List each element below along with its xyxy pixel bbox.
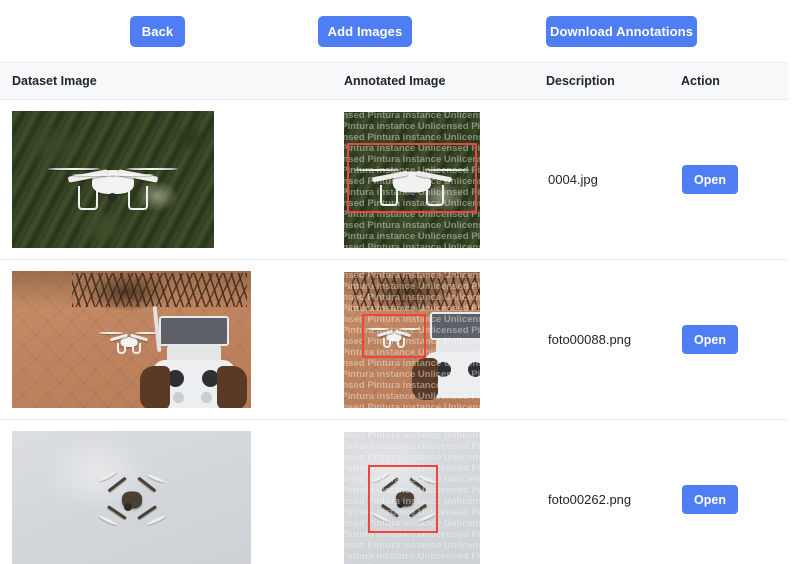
- watermark-line: Unlicensed Pintura instance Unlicensed P…: [344, 230, 480, 242]
- drone-graphic: [98, 323, 160, 361]
- table-row: Unlicensed Pintura instance Unlicensed P…: [0, 420, 788, 564]
- dataset-image-cell: [0, 260, 344, 420]
- dataset-image-cell: [0, 420, 344, 564]
- dataset-table: Dataset Image Annotated Image Descriptio…: [0, 62, 788, 564]
- watermark-line: Unlicensed Pintura instance Unlicensed P…: [344, 120, 480, 132]
- description-cell: foto00262.png: [546, 420, 681, 564]
- watermark-line: Unlicensed Pintura instance Unlicensed P…: [344, 131, 480, 143]
- table-body: Unlicensed Pintura instance Unlicensed P…: [0, 100, 788, 564]
- watermark-line: Unlicensed Pintura instance Unlicensed P…: [344, 528, 480, 540]
- watermark-line: Unlicensed Pintura instance Unlicensed P…: [344, 111, 480, 121]
- controller-graphic: [412, 311, 480, 408]
- open-button[interactable]: Open: [682, 165, 738, 194]
- column-header-dataset-image: Dataset Image: [0, 62, 344, 100]
- watermark-line: Unlicensed Pintura instance Unlicensed P…: [344, 219, 480, 231]
- column-header-annotated-image: Annotated Image: [344, 62, 546, 100]
- drone-graphic: [350, 154, 474, 210]
- watermark-line: Unlicensed Pintura instance Unlicensed P…: [344, 241, 480, 248]
- table-row: Unlicensed Pintura instance Unlicensed P…: [0, 260, 788, 420]
- dataset-image-cell: [0, 100, 344, 260]
- dataset-image-thumbnail[interactable]: [12, 111, 214, 248]
- column-header-action: Action: [681, 62, 788, 100]
- description-cell: 0004.jpg: [546, 100, 681, 260]
- drone-graphic: [42, 151, 184, 213]
- description-text: foto00262.png: [548, 491, 632, 507]
- watermark-line: Unlicensed Pintura instance Unlicensed P…: [344, 208, 480, 220]
- debris-texture: [352, 273, 480, 310]
- column-header-description: Description: [546, 62, 681, 100]
- watermark-line: Unlicensed Pintura instance Unlicensed P…: [344, 431, 480, 441]
- annotated-image-thumbnail[interactable]: Unlicensed Pintura instance Unlicensed P…: [344, 111, 480, 248]
- watermark-line: Unlicensed Pintura instance Unlicensed P…: [344, 440, 480, 452]
- add-images-button[interactable]: Add Images: [318, 16, 412, 47]
- download-annotations-button[interactable]: Download Annotations: [546, 16, 697, 47]
- open-button[interactable]: Open: [682, 485, 738, 514]
- action-cell: Open: [681, 100, 788, 260]
- annotated-image-thumbnail[interactable]: Unlicensed Pintura instance Unlicensed P…: [344, 271, 480, 408]
- dataset-image-thumbnail[interactable]: [12, 271, 251, 408]
- dataset-image-thumbnail[interactable]: [12, 431, 251, 564]
- drone-graphic: [366, 320, 422, 354]
- annotated-image-thumbnail[interactable]: Unlicensed Pintura instance Unlicensed P…: [344, 431, 480, 564]
- description-text: 0004.jpg: [548, 171, 598, 187]
- action-cell: Open: [681, 260, 788, 420]
- drone-graphic: [90, 469, 174, 531]
- back-button[interactable]: Back: [130, 16, 185, 47]
- action-cell: Open: [681, 420, 788, 564]
- annotated-image-cell: Unlicensed Pintura instance Unlicensed P…: [344, 420, 546, 564]
- watermark-line: Unlicensed Pintura instance Unlicensed P…: [344, 142, 480, 154]
- open-button[interactable]: Open: [682, 325, 738, 354]
- debris-texture: [72, 273, 247, 307]
- controller-graphic: [140, 305, 247, 408]
- table-row: Unlicensed Pintura instance Unlicensed P…: [0, 100, 788, 260]
- watermark-line: Unlicensed Pintura instance Unlicensed P…: [344, 550, 480, 562]
- annotated-image-cell: Unlicensed Pintura instance Unlicensed P…: [344, 260, 546, 420]
- annotated-image-cell: Unlicensed Pintura instance Unlicensed P…: [344, 100, 546, 260]
- description-text: foto00088.png: [548, 331, 632, 347]
- dataset-annotation-page: Back Add Images Download Annotations Dat…: [0, 0, 800, 564]
- watermark-line: Unlicensed Pintura instance Unlicensed P…: [344, 451, 480, 463]
- description-cell: foto00088.png: [546, 260, 681, 420]
- watermark-line: Unlicensed Pintura instance Unlicensed P…: [344, 539, 480, 551]
- table-header-row: Dataset Image Annotated Image Descriptio…: [0, 62, 788, 100]
- drone-graphic: [366, 470, 444, 528]
- table-header: Dataset Image Annotated Image Descriptio…: [0, 62, 788, 100]
- toolbar: Back Add Images Download Annotations: [0, 0, 800, 62]
